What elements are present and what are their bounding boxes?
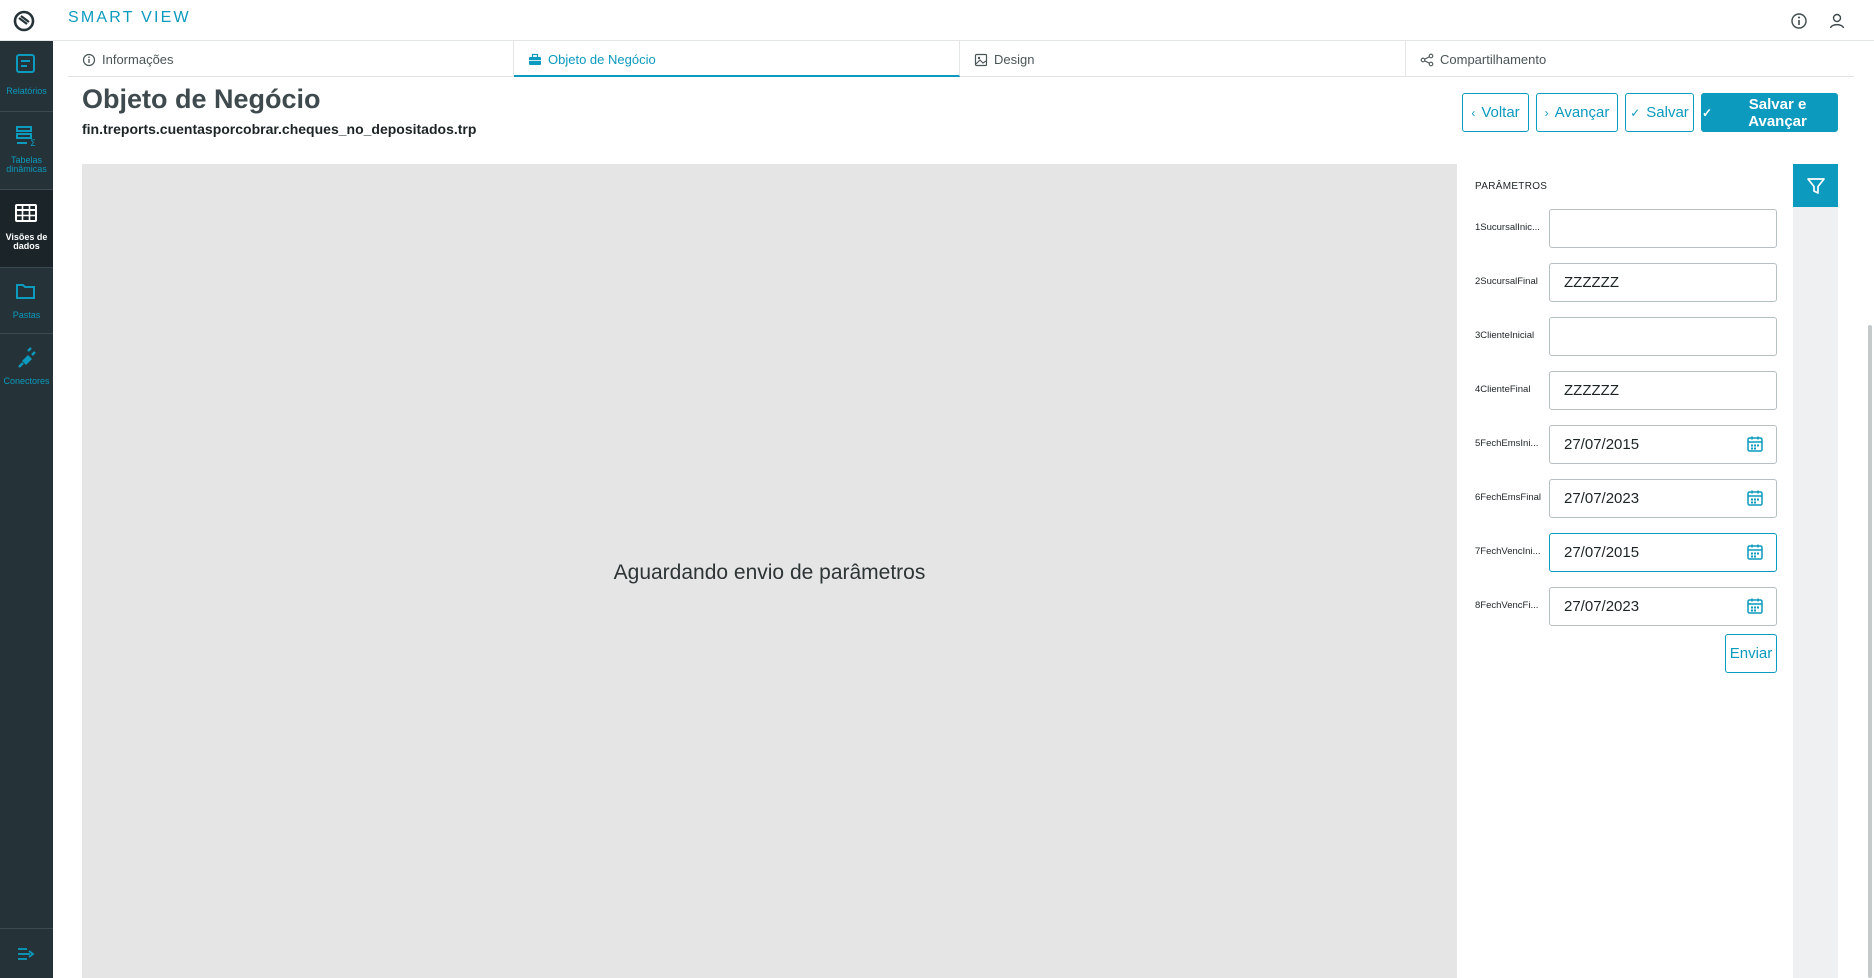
next-button-label: Avançar	[1554, 104, 1610, 121]
back-button-label: Voltar	[1481, 104, 1520, 121]
tab-objeto-de-negocio[interactable]: Objeto de Negócio	[514, 41, 960, 77]
calendar-icon[interactable]	[1746, 435, 1764, 453]
filter-toggle-button[interactable]	[1793, 164, 1838, 207]
sidebar-item-label: Conectores	[3, 376, 50, 386]
param-row: 4ClienteFinal	[1457, 371, 1793, 411]
param-label: 6FechEmsFinal	[1475, 492, 1541, 503]
chevron-right-icon: ›	[1544, 105, 1549, 120]
save-and-next-button[interactable]: ✓ Salvar e Avançar	[1701, 93, 1838, 132]
tab-label: Objeto de Negócio	[548, 52, 656, 67]
parameters-title: PARÂMETROS	[1475, 181, 1548, 192]
expand-menu-icon	[18, 948, 35, 960]
param-row: 8FechVencFi...	[1457, 587, 1793, 627]
page-scrollbar-thumb[interactable]	[1868, 325, 1872, 978]
info-icon	[82, 53, 96, 67]
grid-icon	[15, 204, 37, 222]
chevron-left-icon: ‹	[1471, 105, 1476, 120]
waiting-message: Aguardando envio de parâmetros	[613, 561, 926, 584]
briefcase-icon	[529, 53, 541, 65]
param-input-sucursal-final[interactable]	[1549, 263, 1777, 302]
check-icon: ✓	[1702, 105, 1713, 120]
save-and-next-button-label: Salvar e Avançar	[1748, 95, 1807, 130]
param-input-cliente-final[interactable]	[1549, 371, 1777, 410]
param-row: 3ClienteInicial	[1457, 317, 1793, 357]
sidebar: Relatórios Σ Tabelas dinâmicas Visões de	[0, 41, 53, 978]
param-input-fech-venc-inicial[interactable]	[1549, 533, 1777, 572]
param-row: 6FechEmsFinal	[1457, 479, 1793, 519]
sidebar-toggle-button[interactable]	[0, 928, 53, 978]
param-row: 1SucursalInic...	[1457, 209, 1793, 249]
param-label: 8FechVencFi...	[1475, 600, 1539, 611]
sidebar-item-relatorios[interactable]: Relatórios	[0, 41, 53, 118]
info-icon[interactable]	[1789, 11, 1809, 31]
calendar-icon[interactable]	[1746, 597, 1764, 615]
image-icon	[974, 53, 988, 67]
tab-label: Design	[994, 52, 1035, 67]
tab-compartilhamento[interactable]: Compartilhamento	[1406, 41, 1852, 77]
param-input-fech-venc-final[interactable]	[1549, 587, 1777, 626]
calendar-icon[interactable]	[1746, 543, 1764, 561]
pivot-table-icon: Σ	[16, 126, 36, 148]
business-object-path: fin.treports.cuentasporcobrar.cheques_no…	[82, 121, 477, 137]
param-input-fech-ems-inicial[interactable]	[1549, 425, 1777, 464]
sidebar-item-conectores[interactable]: Conectores	[0, 334, 53, 411]
top-bar: SMART VIEW	[0, 0, 1874, 41]
param-label: 7FechVencIni...	[1475, 546, 1541, 557]
send-parameters-button[interactable]: Enviar	[1725, 634, 1777, 673]
save-button-label: Salvar	[1646, 104, 1689, 121]
wizard-tabs: Informações Objeto de Negócio Design Com…	[68, 41, 1854, 77]
logo-icon[interactable]	[12, 9, 36, 33]
next-button[interactable]: › Avançar	[1536, 93, 1618, 132]
sidebar-item-label: dados	[13, 241, 40, 251]
param-input-cliente-inicial[interactable]	[1549, 317, 1777, 356]
user-icon[interactable]	[1827, 11, 1847, 31]
param-row: 5FechEmsIni...	[1457, 425, 1793, 465]
param-label: 3ClienteInicial	[1475, 330, 1535, 341]
parameters-panel: PARÂMETROS 1SucursalInic... 2SucursalFin…	[1457, 164, 1793, 978]
sidebar-item-label: Relatórios	[6, 86, 47, 96]
filter-icon	[1807, 178, 1825, 194]
param-row: 2SucursalFinal	[1457, 263, 1793, 303]
param-input-fech-ems-final[interactable]	[1549, 479, 1777, 518]
tab-label: Informações	[102, 52, 174, 67]
app-title: SMART VIEW	[68, 9, 191, 26]
share-icon	[1420, 53, 1434, 67]
save-button[interactable]: ✓ Salvar	[1625, 93, 1694, 132]
svg-text:Σ: Σ	[30, 139, 36, 148]
param-label: 5FechEmsIni...	[1475, 438, 1539, 449]
tab-informacoes[interactable]: Informações	[68, 41, 514, 77]
sidebar-item-visoes-de-dados[interactable]: Visões de dados	[0, 190, 53, 267]
param-input-sucursal-inicial[interactable]	[1549, 209, 1777, 248]
param-label: 4ClienteFinal	[1475, 384, 1531, 395]
param-label: 1SucursalInic...	[1475, 222, 1540, 233]
param-row: 7FechVencIni...	[1457, 533, 1793, 573]
check-icon: ✓	[1630, 105, 1641, 120]
report-icon	[16, 54, 35, 73]
sidebar-item-tabelas-dinamicas[interactable]: Σ Tabelas dinâmicas	[0, 112, 53, 189]
back-button[interactable]: ‹ Voltar	[1462, 93, 1529, 132]
calendar-icon[interactable]	[1746, 489, 1764, 507]
sidebar-item-label: Pastas	[12, 310, 41, 320]
tab-label: Compartilhamento	[1440, 52, 1547, 67]
app-root: SMART VIEW Relatórios Σ Tabelas dinâmica…	[0, 0, 1874, 978]
page-title: Objeto de Negócio	[82, 84, 321, 114]
folder-icon	[16, 284, 35, 299]
report-preview-area: Aguardando envio de parâmetros	[82, 164, 1457, 978]
plug-icon	[18, 347, 36, 368]
param-label: 2SucursalFinal	[1475, 276, 1538, 287]
tab-design[interactable]: Design	[960, 41, 1406, 77]
sidebar-item-label: dinâmicas	[6, 164, 47, 174]
filter-rail	[1793, 164, 1838, 978]
